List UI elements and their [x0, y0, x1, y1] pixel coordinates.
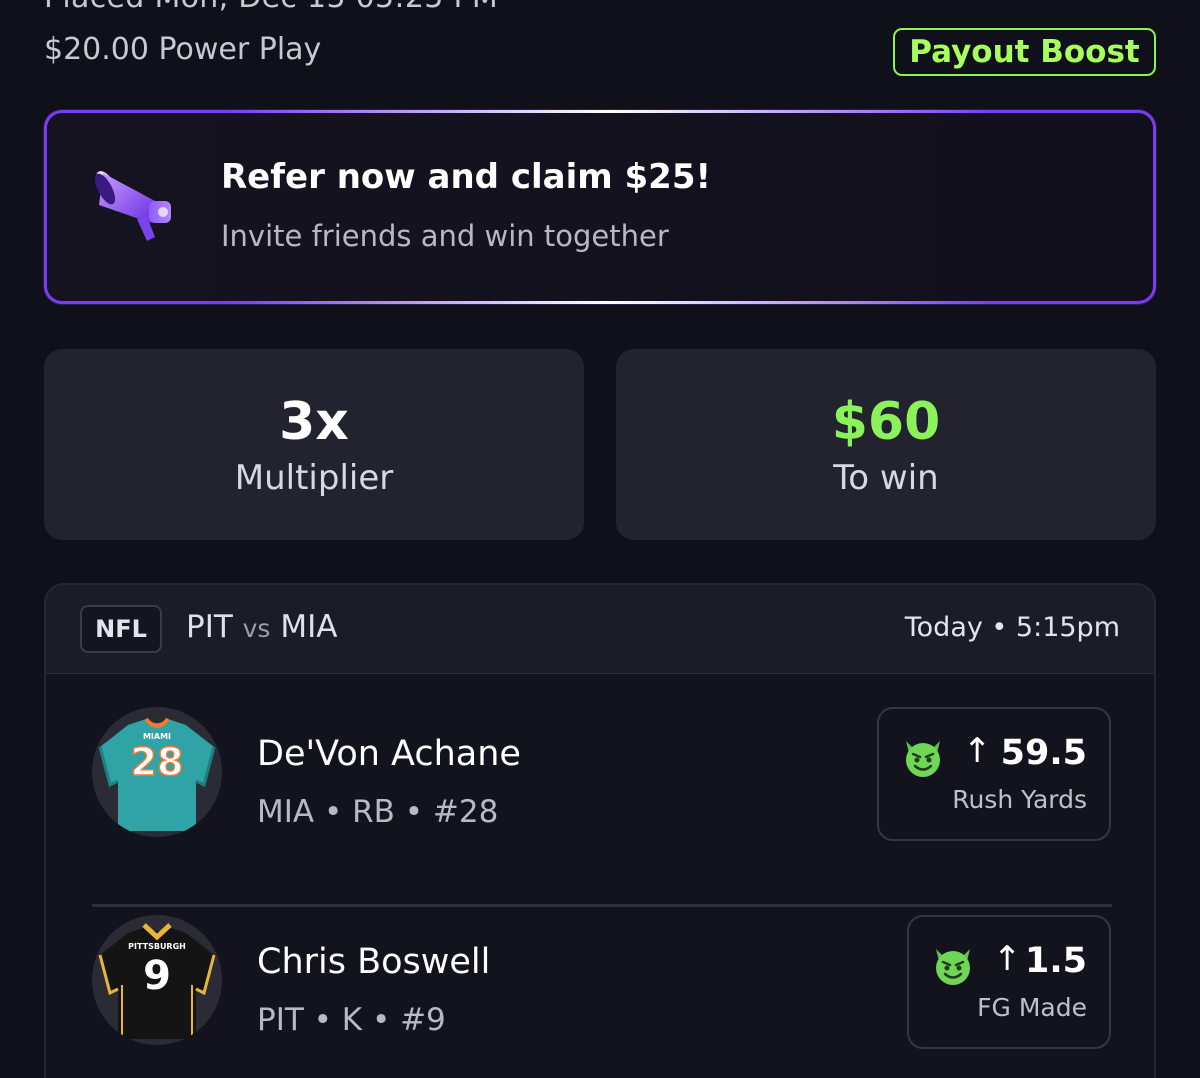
to-win-value: $60 [831, 391, 941, 452]
jersey-icon: MIAMI 28 [92, 707, 222, 837]
player-name: Chris Boswell [257, 942, 491, 982]
entry-detail-screen: Placed Mon, Dec 15 05:25 PM $20.00 Power… [0, 0, 1200, 1078]
matchup: PIT vs MIA [186, 609, 337, 645]
player-pick-row[interactable]: MIAMI 28 De'Von Achane MIA • RB • #28 ↑ … [46, 702, 1154, 907]
refer-promo-banner[interactable]: Refer now and claim $25! Invite friends … [44, 110, 1156, 304]
vs-label: vs [242, 614, 271, 643]
game-time: Today • 5:15pm [904, 612, 1120, 643]
jersey-number: 9 [143, 953, 171, 999]
pick-line-box[interactable]: ↑ 1.5 FG Made [907, 915, 1111, 1049]
player-pick-row[interactable]: PITTSBURGH 9 Chris Boswell PIT • K • #9 [46, 910, 1154, 1078]
to-win-label: To win [833, 457, 939, 498]
game-card: NFL PIT vs MIA Today • 5:15pm MIAMI 28 D… [44, 583, 1156, 1078]
player-picks-list: MIAMI 28 De'Von Achane MIA • RB • #28 ↑ … [46, 673, 1154, 1078]
player-avatar: PITTSBURGH 9 [92, 915, 222, 1045]
team-a: PIT [186, 609, 233, 645]
arrow-up-icon: ↑ [963, 731, 992, 771]
player-meta: PIT • K • #9 [257, 1002, 446, 1038]
pick-line-box[interactable]: ↑ 59.5 Rush Yards [877, 707, 1111, 841]
multiplier-card: 3x Multiplier [44, 349, 584, 540]
placed-timestamp: Placed Mon, Dec 15 05:25 PM [44, 0, 498, 15]
multiplier-label: Multiplier [234, 457, 394, 498]
jersey-icon: PITTSBURGH 9 [92, 915, 222, 1045]
entry-amount: $20.00 Power Play [44, 32, 322, 67]
league-badge: NFL [80, 605, 162, 653]
stat-type: Rush Yards [952, 785, 1087, 814]
megaphone-icon [94, 171, 171, 241]
multiplier-value: 3x [279, 391, 349, 452]
player-name: De'Von Achane [257, 734, 521, 774]
player-meta: MIA • RB • #28 [257, 794, 499, 830]
promo-title: Refer now and claim $25! [221, 157, 711, 197]
promo-subtitle: Invite friends and win together [221, 219, 669, 253]
jersey-team: PITTSBURGH [128, 942, 186, 951]
to-win-card: $60 To win [616, 349, 1156, 540]
row-divider [92, 904, 1112, 907]
player-avatar: MIAMI 28 [92, 707, 222, 837]
team-b: MIA [280, 609, 338, 645]
stat-type: FG Made [977, 993, 1087, 1022]
payout-boost-badge: Payout Boost [893, 28, 1156, 76]
arrow-up-icon: ↑ [993, 939, 1022, 979]
line-value: 1.5 [1024, 941, 1087, 981]
devil-emoji-icon [936, 949, 970, 985]
devil-emoji-icon [906, 741, 940, 777]
jersey-number: 28 [131, 740, 184, 784]
line-value: 59.5 [1000, 733, 1087, 773]
game-header[interactable]: NFL PIT vs MIA Today • 5:15pm [46, 585, 1154, 673]
